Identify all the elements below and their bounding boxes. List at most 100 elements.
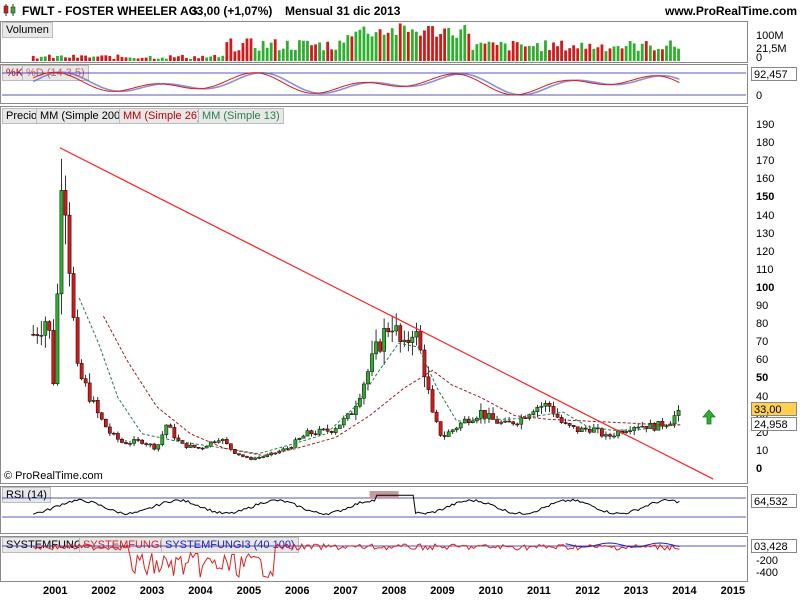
- candle-body: [83, 378, 88, 384]
- volume-bar: [318, 42, 321, 61]
- volume-bar: [443, 28, 447, 61]
- candle-body: [321, 428, 326, 431]
- volume-bar: [205, 57, 209, 61]
- volume-bar: [80, 55, 84, 61]
- candle-body: [59, 190, 64, 295]
- candle-body: [394, 325, 399, 332]
- candle-body: [410, 336, 415, 343]
- volume-bar: [640, 43, 644, 61]
- volume-bar: [334, 49, 338, 61]
- volume-bar: [64, 57, 67, 61]
- volume-bar: [423, 30, 426, 61]
- volume-bar: [624, 46, 628, 61]
- volume-bar: [439, 34, 442, 61]
- volume-bar: [652, 50, 656, 61]
- candle-body: [503, 420, 507, 423]
- candle-body: [200, 447, 205, 450]
- candle-body: [237, 453, 241, 456]
- candle-body: [583, 427, 588, 430]
- candle-body: [108, 426, 112, 434]
- candle-body: [402, 339, 407, 342]
- candle-body: [414, 331, 419, 338]
- candle-body: [35, 334, 40, 336]
- candle-body: [366, 371, 370, 385]
- candle-body: [309, 430, 314, 435]
- volume-bar: [402, 25, 406, 61]
- volume-bar: [96, 56, 100, 61]
- volume-bar: [213, 54, 217, 61]
- volume-bar: [648, 45, 652, 61]
- candle-body: [188, 444, 193, 448]
- candle-body: [531, 411, 536, 415]
- volume-bar: [394, 34, 398, 61]
- candle-body: [204, 446, 209, 449]
- volume-bar: [112, 58, 116, 61]
- volume-bar: [148, 55, 152, 61]
- volume-bar: [116, 54, 120, 61]
- volume-bar: [281, 48, 285, 61]
- candle-body: [571, 425, 576, 428]
- volume-bar: [225, 42, 229, 61]
- candle-body: [450, 429, 455, 433]
- volume-bar: [620, 48, 624, 61]
- volume-bar: [253, 47, 257, 61]
- candle-body: [656, 421, 661, 431]
- volume-bar: [540, 51, 543, 61]
- candle-body: [261, 456, 265, 458]
- volume-bar: [60, 55, 63, 61]
- volume-bar: [172, 57, 176, 61]
- volume-bar: [499, 41, 503, 61]
- volume-bar: [382, 34, 386, 61]
- volume-bar: [51, 58, 55, 61]
- candle-body: [543, 402, 548, 407]
- volume-bar: [366, 33, 370, 61]
- volume-bar: [261, 41, 265, 61]
- candle-body: [575, 426, 580, 432]
- candle-body: [212, 441, 217, 444]
- candle-body: [124, 442, 128, 445]
- volume-bar: [56, 56, 59, 61]
- volume-bar: [661, 49, 664, 61]
- candle-body: [587, 428, 592, 433]
- candle-body: [612, 435, 616, 438]
- candle-body: [91, 400, 96, 402]
- candle-body: [79, 363, 84, 379]
- candle-body: [341, 418, 346, 426]
- trend-line: [59, 147, 714, 480]
- candle-body: [511, 421, 516, 425]
- volume-bar: [398, 23, 402, 62]
- candle-body: [289, 447, 294, 449]
- volume-bar: [608, 48, 612, 61]
- volume-bar: [552, 42, 555, 61]
- volume-bar: [370, 36, 374, 61]
- volume-bar: [616, 46, 620, 61]
- candle-body: [31, 333, 36, 336]
- volume-bar: [656, 48, 660, 61]
- candle-body: [592, 427, 596, 433]
- volume-bar: [108, 55, 112, 61]
- candle-body: [160, 434, 165, 445]
- candle-body: [442, 435, 447, 437]
- volume-bar: [144, 57, 148, 61]
- x-tick-label: 2003: [139, 585, 165, 597]
- volume-bar: [132, 57, 136, 61]
- volume-bar: [455, 37, 459, 61]
- volume-bar: [475, 44, 479, 61]
- volume-bar: [673, 46, 676, 61]
- volume-bar: [35, 58, 39, 61]
- volume-bar: [491, 42, 495, 61]
- volume-bar: [330, 49, 334, 61]
- volume-bar: [487, 41, 491, 61]
- candle-body: [229, 443, 233, 450]
- candle-body: [224, 439, 229, 444]
- volume-bar: [156, 58, 160, 61]
- x-tick-label: 2014: [672, 585, 697, 597]
- volume-bar: [677, 48, 680, 61]
- volume-bar: [221, 55, 225, 61]
- candle-body: [495, 419, 499, 424]
- volume-bar: [612, 46, 616, 61]
- volume-bar: [644, 41, 648, 61]
- volume-bar: [588, 43, 592, 61]
- candle-body: [507, 420, 512, 423]
- candle-body: [216, 440, 221, 443]
